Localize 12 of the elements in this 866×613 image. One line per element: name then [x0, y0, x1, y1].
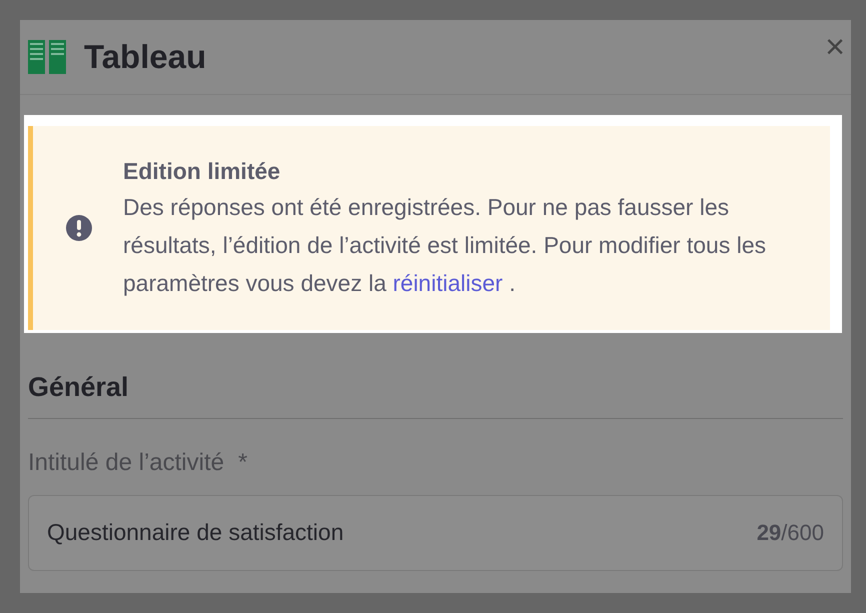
alert-message: Des réponses ont été enregistrées. Pour ne pas fausser les résultats, l’édition de l’activité est limitée. Pour modifier tous les paramètres vous devez la réinitialiser .	[123, 193, 768, 298]
field-label: Intitulé de l’activité	[28, 448, 224, 478]
required-mark: *	[238, 448, 248, 478]
character-counter: 29/600	[756, 519, 824, 547]
table-icon	[28, 40, 66, 74]
section-heading: Général	[28, 367, 843, 418]
dialog-title: Tableau	[84, 37, 206, 78]
alert-title: Edition limitée	[123, 157, 282, 186]
exclamation-icon	[66, 215, 92, 241]
reset-link[interactable]: réinitialiser	[392, 270, 503, 296]
close-button[interactable]: ×	[825, 30, 845, 64]
title-input-field[interactable]: Questionnaire de satisfaction 29/600	[28, 494, 843, 570]
